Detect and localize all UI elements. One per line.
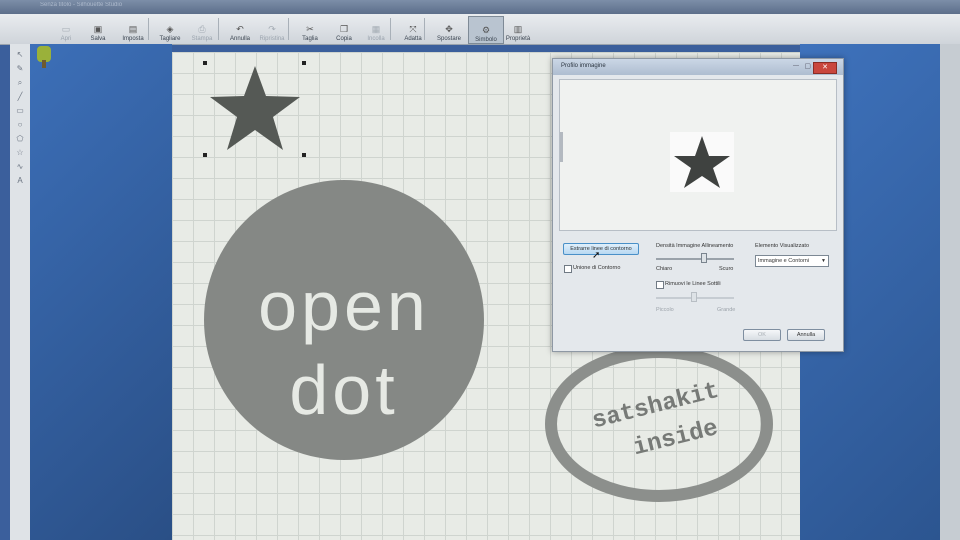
element-shown-select[interactable]: Immagine e Contorni ▼ [755, 255, 829, 267]
thin-max-label: Grande [717, 307, 736, 313]
screen: Senza titolo - Silhouette Studio ▭ Apri ▣ S… [0, 0, 960, 540]
redo-icon: ↷ [268, 24, 276, 34]
thin-lines-slider-thumb[interactable] [691, 292, 697, 302]
toolbar-button-taglia[interactable]: ✂ Taglia [296, 16, 324, 42]
toolbar-button-label: Taglia [302, 36, 318, 42]
chevron-down-icon: ▼ [821, 258, 826, 264]
polygon-tool-icon[interactable]: ⬠ [14, 134, 26, 144]
toolbar-separator [218, 18, 219, 40]
toolbar-button-spostare[interactable]: ✥ Spostare [432, 16, 466, 42]
tool-sidebar: ↖ ✎ ⌕ ╱ ▭ ○ ⬠ ☆ ∿ A [10, 44, 31, 540]
extract-contour-button[interactable]: Estrarre linee di contorno [563, 243, 639, 255]
print-icon: ⎙ [198, 24, 206, 34]
move-icon: ✥ [445, 24, 453, 34]
logo-text-dot: dot [289, 351, 398, 429]
pointer-tool-icon[interactable]: ↖ [14, 50, 26, 60]
toolbar-button-label: Apri [60, 36, 72, 42]
element-shown-label: Elemento Visualizzato [755, 243, 810, 249]
toolbar-button-label: Adatta [404, 36, 422, 42]
zoom-icon[interactable]: ⌕ [14, 78, 26, 88]
toolbar-button-stampa[interactable]: ⎙ Stampa [188, 16, 216, 42]
rectangle-tool-icon[interactable]: ▭ [14, 106, 26, 116]
toolbar-button-label: Salva [90, 36, 106, 42]
badge-ring[interactable] [545, 346, 773, 502]
star-shape[interactable] [210, 66, 300, 150]
ok-button[interactable]: OK [743, 329, 781, 341]
edit-points-icon[interactable]: ✎ [14, 64, 26, 74]
symbol-icon: ⚙ [481, 25, 491, 35]
remove-thin-checkbox[interactable] [656, 281, 664, 289]
scissors-icon: ✂ [306, 24, 314, 34]
cutter-icon: ◈ [166, 24, 174, 34]
paste-icon: ▦ [371, 24, 381, 34]
window-title: Senza titolo - Silhouette Studio [40, 2, 123, 8]
toolbar-separator [288, 18, 289, 40]
toolbar-button-label: Simbolo [475, 37, 497, 43]
toolbar-button-label: Proprietà [505, 36, 531, 42]
toolbar-button-label: Ripristina [259, 36, 285, 42]
minimize-icon[interactable]: — [793, 63, 799, 69]
toolbar-separator [148, 18, 149, 40]
union-label: Unione di Contorno [573, 265, 621, 271]
folder-icon: ▭ [61, 24, 71, 34]
properties-icon: ▥ [513, 24, 523, 34]
toolbar-button-label: Imposta [122, 36, 144, 42]
right-panel-edge [940, 44, 960, 540]
toolbar-button-label: Tagliare [159, 36, 181, 42]
preview-scrollbar[interactable] [560, 132, 563, 162]
toolbar-separator [390, 18, 391, 40]
mouse-cursor-icon: ➚ [592, 250, 601, 261]
toolbar-button-apri[interactable]: ▭ Apri [54, 16, 78, 42]
text-tool-icon[interactable]: A [14, 176, 26, 186]
save-icon: ▣ [93, 24, 103, 34]
copy-icon: ❐ [339, 24, 349, 34]
trace-preview-area [559, 79, 837, 231]
title-bar: Senza titolo - Silhouette Studio [0, 0, 960, 14]
toolbar-button-label: Annulla [229, 36, 250, 42]
undo-icon: ↶ [236, 24, 244, 34]
toolbar-button-simbolo[interactable]: ⚙ Simbolo [468, 16, 504, 44]
toolbar-button-label: Incolla [367, 36, 385, 42]
dialog-title: Profilo immagine [561, 63, 606, 69]
curve-tool-icon[interactable]: ∿ [14, 162, 26, 172]
toolbar-button-tagliare[interactable]: ◈ Tagliare [154, 16, 186, 42]
maximize-icon[interactable]: ▢ [804, 62, 811, 70]
page-setup-icon: ▤ [128, 24, 138, 34]
toolbar-button-annulla[interactable]: ↶ Annulla [224, 16, 256, 42]
remove-thin-label: Rimuovi le Linee Sottili [665, 281, 721, 287]
logo-text-open: open [258, 267, 430, 345]
element-shown-value: Immagine e Contorni [758, 258, 810, 264]
toolbar-button-label: Spostare [436, 36, 461, 42]
dialog-close-button[interactable]: ✕ [813, 62, 837, 74]
density-max-label: Scuro [719, 266, 734, 272]
main-toolbar: ▭ Apri ▣ Salva ▤ Imposta ◈ Tagliare ⎙ Stampa ↶ Annu… [0, 14, 960, 45]
density-slider[interactable] [656, 258, 734, 260]
preview-thumbnail [670, 132, 734, 192]
fit-icon: ⤧ [409, 24, 417, 34]
image-profile-dialog: Profilo immagine — ▢ ✕ Estrarre linee di… [552, 58, 844, 352]
ellipse-tool-icon[interactable]: ○ [14, 120, 26, 130]
density-label: Densità Immagine Allineamento [656, 243, 734, 249]
toolbar-button-salva[interactable]: ▣ Salva [84, 16, 112, 42]
toolbar-button-copia[interactable]: ❐ Copia [330, 16, 358, 42]
dialog-title-bar[interactable]: Profilo immagine — ▢ ✕ [553, 59, 843, 75]
toolbar-button-label: Stampa [191, 36, 213, 42]
star-tool-icon[interactable]: ☆ [14, 148, 26, 158]
toolbar-button-label: Copia [336, 36, 352, 42]
thin-min-label: Piccolo [656, 307, 674, 313]
toolbar-separator [424, 18, 425, 40]
tree-clipart-icon [34, 44, 54, 74]
toolbar-button-propriet-[interactable]: ▥ Proprietà [502, 16, 534, 42]
preview-star-icon [674, 136, 730, 188]
union-checkbox[interactable] [564, 265, 572, 273]
density-slider-thumb[interactable] [700, 253, 707, 263]
toolbar-button-ripristina[interactable]: ↷ Ripristina [256, 16, 288, 42]
cancel-button[interactable]: Annulla [787, 329, 825, 341]
workspace-background-left [30, 44, 172, 540]
density-min-label: Chiaro [656, 266, 673, 272]
toolbar-button-incolla[interactable]: ▦ Incolla [362, 16, 390, 42]
toolbar-button-imposta[interactable]: ▤ Imposta [116, 16, 150, 42]
line-tool-icon[interactable]: ╱ [14, 92, 26, 102]
